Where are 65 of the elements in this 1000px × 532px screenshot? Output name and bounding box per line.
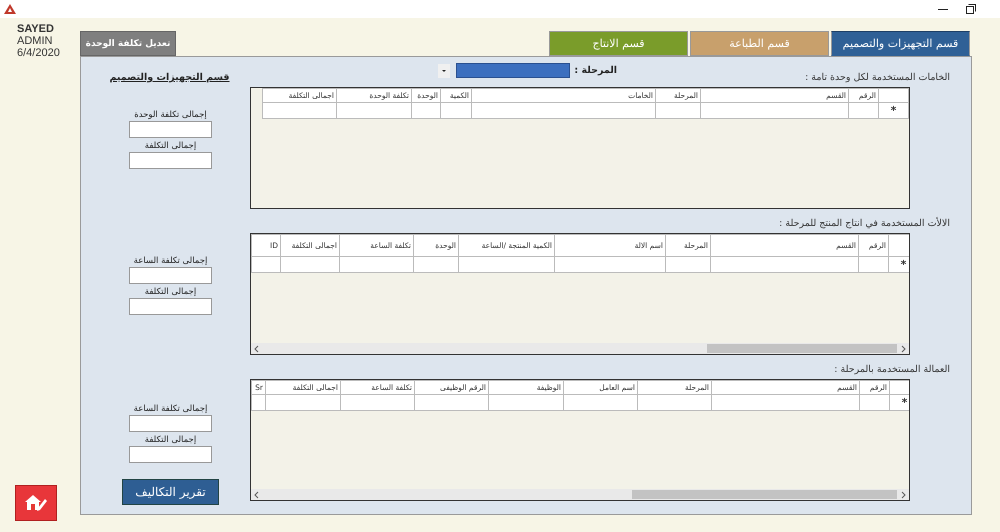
table-cell[interactable] xyxy=(860,394,890,410)
house-pencil-icon xyxy=(24,493,48,513)
table-cell[interactable] xyxy=(252,394,266,410)
table-cell[interactable] xyxy=(412,102,440,118)
table-cell[interactable] xyxy=(340,256,414,272)
table-cell[interactable] xyxy=(266,394,340,410)
table-cell[interactable] xyxy=(262,102,336,118)
field-label: إجمالى تكلفة الوحدة xyxy=(134,109,207,121)
stage-dropdown[interactable] xyxy=(456,63,570,78)
input-field[interactable] xyxy=(129,152,212,169)
input-field[interactable] xyxy=(129,267,212,284)
table-cell[interactable] xyxy=(458,256,554,272)
new-row-marker: * xyxy=(900,258,906,270)
table-cell[interactable] xyxy=(488,394,564,410)
table-cell[interactable] xyxy=(564,394,638,410)
table-cell[interactable] xyxy=(472,102,656,118)
new-row-marker: * xyxy=(890,104,896,116)
stage-label: المرحلة : xyxy=(574,65,618,76)
department-tab[interactable]: قسم التجهيزات والتصميم xyxy=(831,31,970,56)
scrollbar-thumb[interactable] xyxy=(707,344,897,353)
table-cell[interactable] xyxy=(656,102,700,118)
table-cell[interactable] xyxy=(858,256,888,272)
table-cell[interactable] xyxy=(554,256,666,272)
table-cell[interactable] xyxy=(336,102,412,118)
table-cell[interactable] xyxy=(848,102,878,118)
horizontal-scrollbar[interactable] xyxy=(251,489,909,500)
user-name: SAYED xyxy=(17,23,55,35)
home-button[interactable] xyxy=(15,485,57,521)
field-label: إجمالى التكلفة xyxy=(144,140,196,152)
scrollbar-thumb[interactable] xyxy=(632,490,897,499)
table-cell[interactable] xyxy=(666,256,710,272)
restore-icon[interactable] xyxy=(966,4,976,14)
cost-report-button[interactable]: تقرير التكاليف xyxy=(122,479,219,505)
input-field[interactable] xyxy=(129,298,212,315)
field-label: إجمالى تكلفة الساعة xyxy=(134,403,208,415)
table-cell[interactable] xyxy=(700,102,848,118)
table-cell[interactable] xyxy=(252,256,280,272)
scroll-right-icon[interactable] xyxy=(899,490,907,498)
table-cell[interactable] xyxy=(340,394,414,410)
table-cell[interactable] xyxy=(440,102,472,118)
table-cell[interactable] xyxy=(710,256,858,272)
grid-caption: العمالة المستخدمة بالمرحلة : xyxy=(834,364,950,377)
current-date: 6/4/2020 xyxy=(17,47,61,59)
input-field[interactable] xyxy=(129,446,212,463)
table-cell[interactable] xyxy=(638,394,712,410)
section-title: قسم التجهيزات والتصميم xyxy=(109,72,230,83)
table-cell[interactable] xyxy=(414,394,488,410)
user-role: ADMIN xyxy=(17,35,54,47)
grid-caption: الالأت المستخدمة في انتاج المنتج للمرحلة : xyxy=(779,218,950,231)
input-field[interactable] xyxy=(129,415,212,432)
new-row-marker: * xyxy=(902,396,908,408)
field-label: إجمالى التكلفة xyxy=(144,286,196,298)
input-field[interactable] xyxy=(129,121,212,138)
app-logo-icon xyxy=(4,4,16,14)
horizontal-scrollbar[interactable] xyxy=(251,343,909,354)
scroll-right-icon[interactable] xyxy=(899,344,907,352)
edit-unit-cost-tab[interactable]: تعديل تكلفة الوحدة xyxy=(80,31,176,56)
field-label: إجمالى تكلفة الساعة xyxy=(134,255,208,267)
scroll-left-icon[interactable] xyxy=(253,344,261,352)
table-cell[interactable] xyxy=(712,394,860,410)
grid-caption: الخامات المستخدمة لكل وحدة تامة : xyxy=(805,72,950,85)
scroll-left-icon[interactable] xyxy=(253,490,261,498)
table-cell[interactable] xyxy=(414,256,458,272)
table-cell[interactable] xyxy=(280,256,340,272)
field-label: إجمالى التكلفة xyxy=(144,434,196,446)
